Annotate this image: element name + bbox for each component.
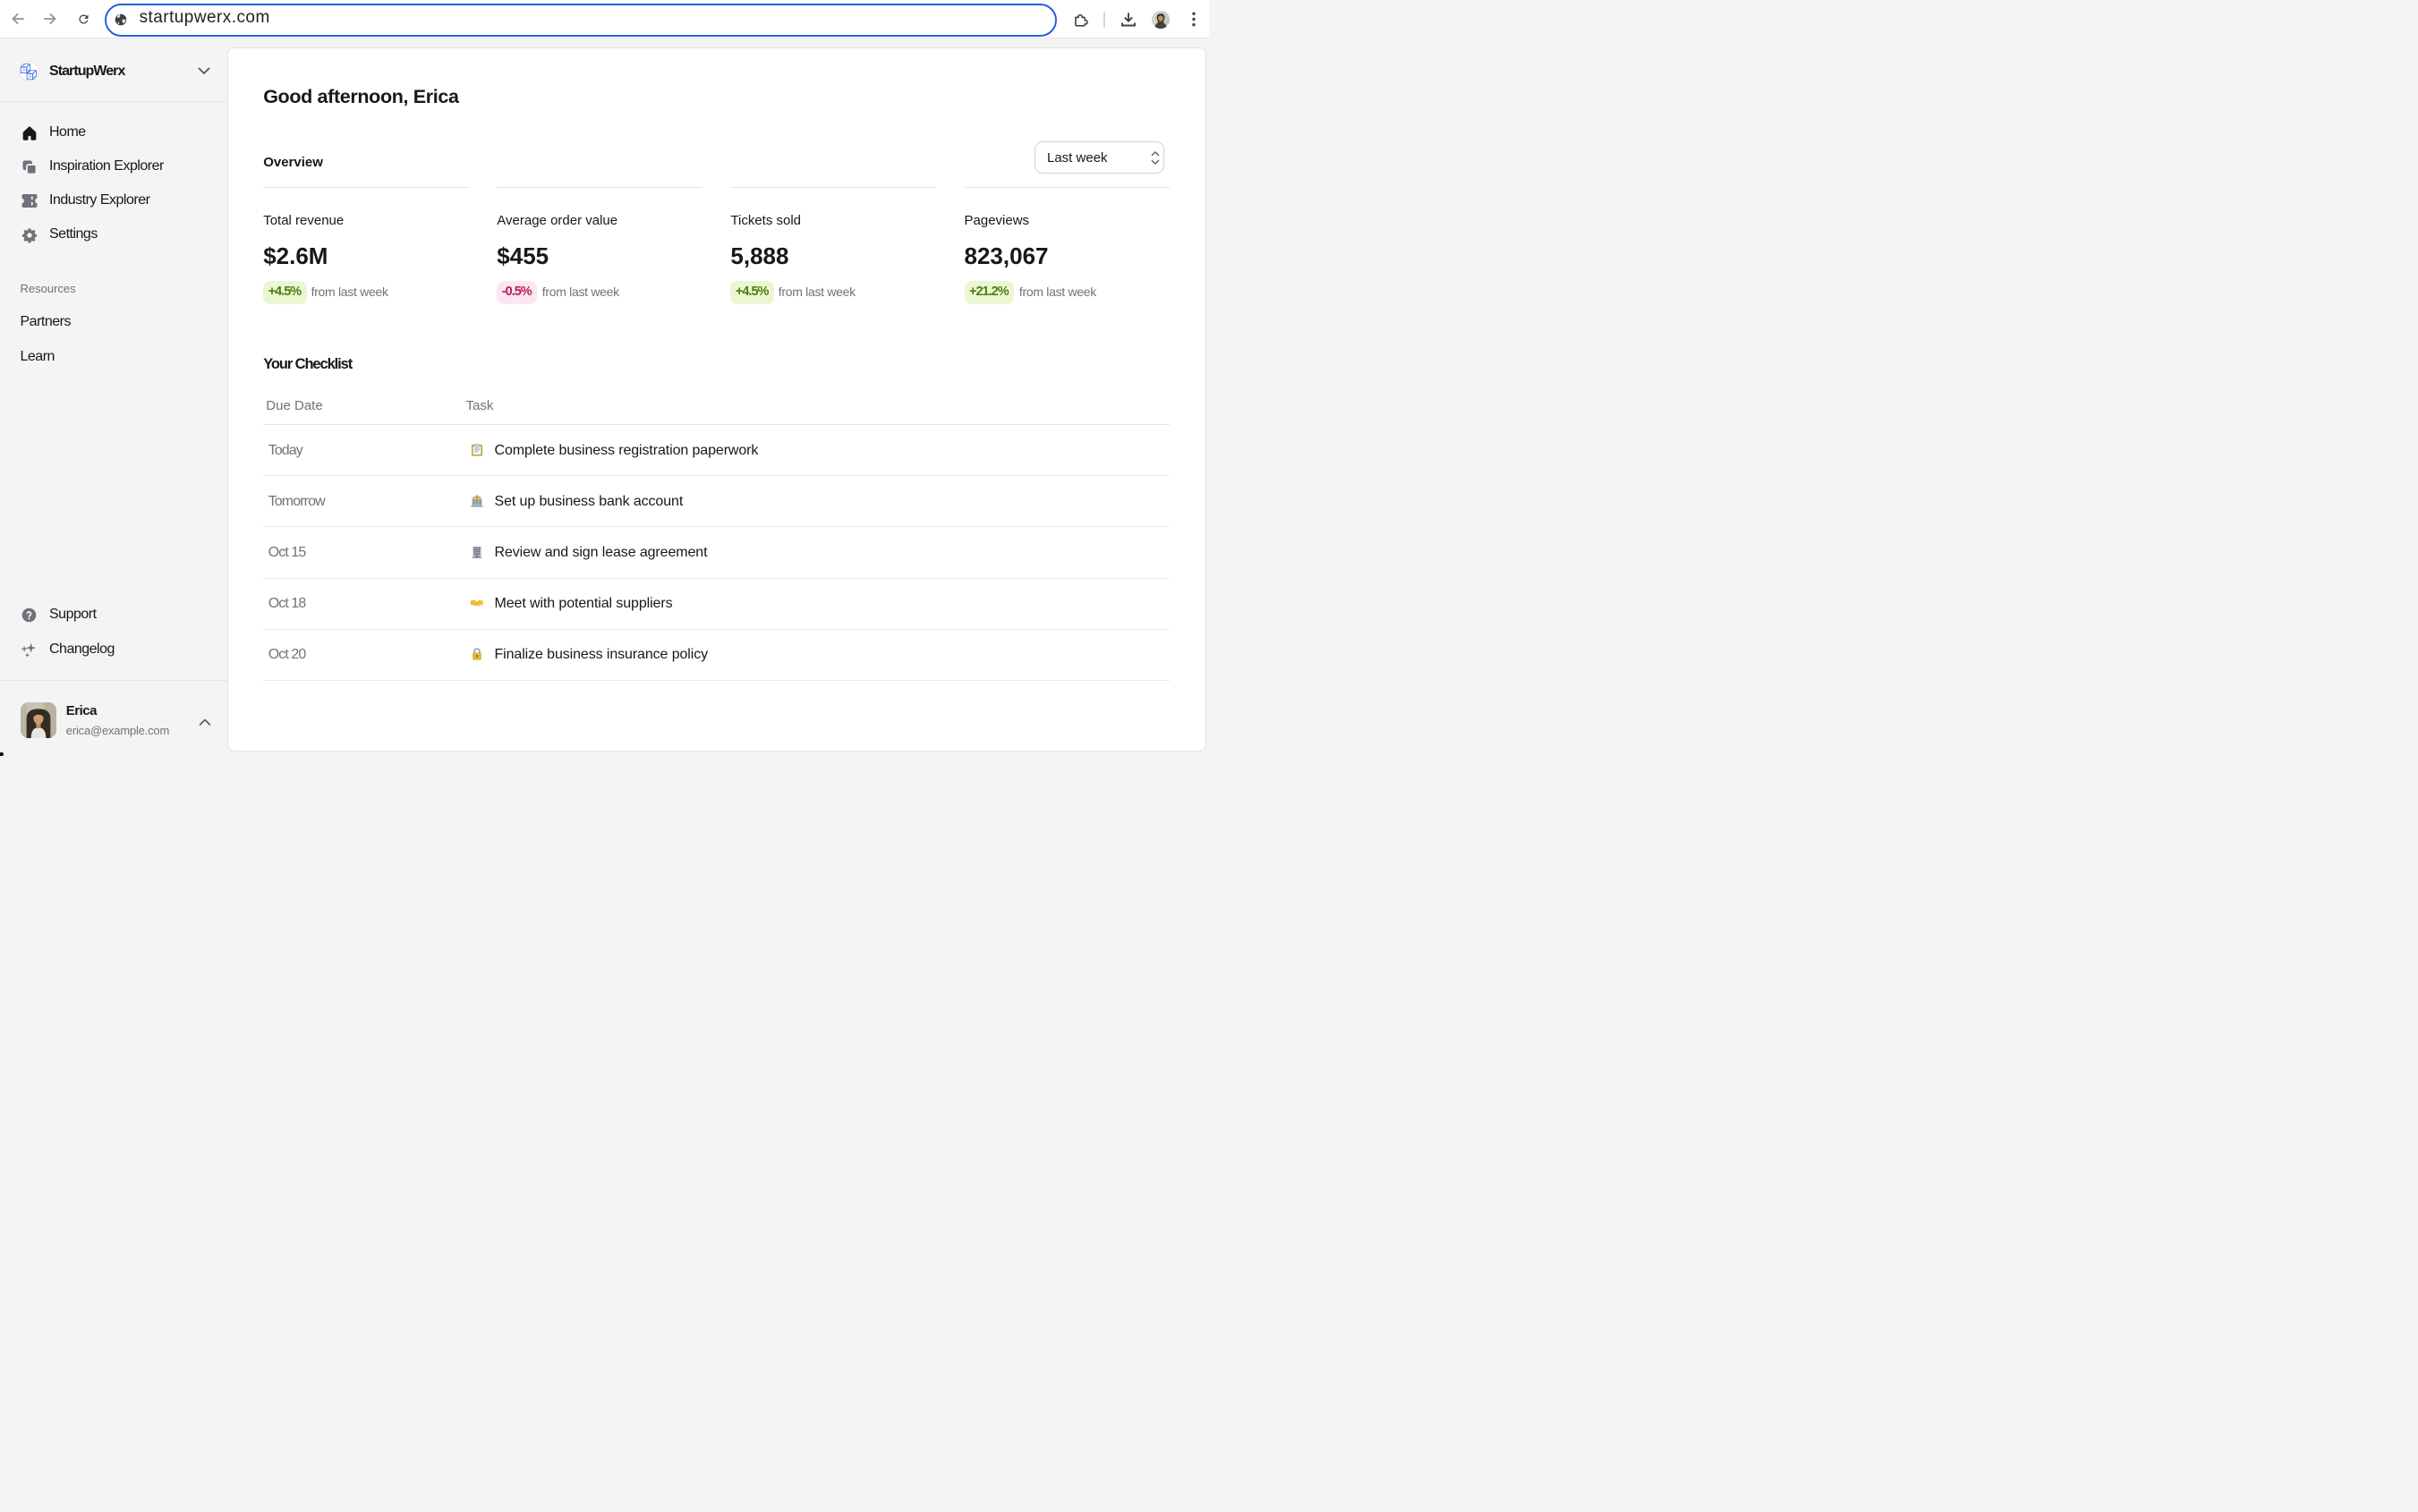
svg-text:$: $ [476, 496, 478, 499]
